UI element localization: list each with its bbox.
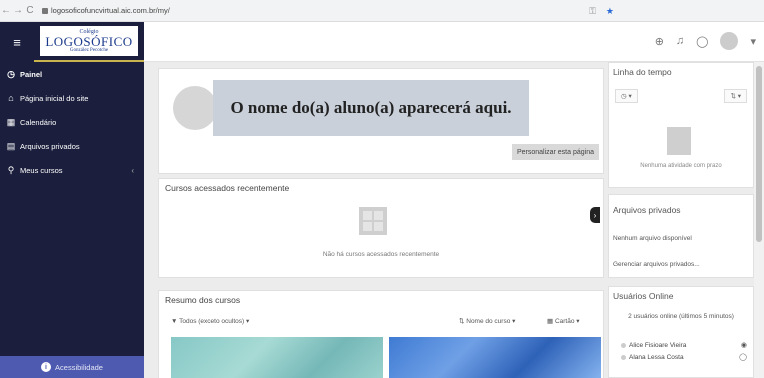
empty-message: Nenhuma atividade com prazo [640,163,722,169]
url-text: logosoficofuncvirtual.aic.com.br/my/ [51,6,170,15]
avatar [621,342,626,348]
no-files-message: Nenhum arquivo disponível [613,235,692,242]
accessibility-button[interactable]: i Acessibilidade [0,356,144,378]
scrollbar[interactable] [754,62,764,378]
chevron-left-icon: ‹ [131,165,134,175]
list-item[interactable]: Alana Lessa Costa ◯ [621,353,747,361]
eye-icon[interactable]: ◉ [741,341,747,349]
main-content: O nome do(a) aluno(a) aparecerá aqui. Pe… [144,62,608,378]
user-name: Alice Fisioare Vieira [629,341,687,349]
customize-page-button[interactable]: Personalizar esta página [511,144,599,160]
online-users-block: Usuários Online 2 usuários online (últim… [608,286,754,378]
scrollbar-thumb[interactable] [756,66,762,242]
reload-icon[interactable]: C [24,5,36,16]
hamburger-icon: ≡ [13,34,21,50]
globe-icon[interactable]: ⊕ [655,35,664,48]
recent-courses-block: Cursos acessados recentemente Não há cur… [158,178,604,278]
sidebar-item-private-files[interactable]: ▤ Arquivos privados [0,134,144,158]
file-icon: ▤ [6,140,16,151]
avatar[interactable] [720,32,739,50]
course-overview-block: Resumo dos cursos ▼ Todos (exceto oculto… [158,290,604,378]
course-card-image[interactable] [389,337,601,378]
course-card-image[interactable] [171,337,383,378]
sidebar-item-my-courses[interactable]: ⚲ Meus cursos ‹ [0,158,144,182]
document-icon [667,127,691,155]
chat-icon[interactable]: ◯ [696,35,708,48]
user-name: Alana Lessa Costa [629,353,684,361]
list-item[interactable]: Alice Fisioare Vieira ◉ [621,341,747,349]
profile-avatar [173,86,217,130]
sidebar-item-dashboard[interactable]: ◷ Painel [0,62,144,86]
forward-arrow-icon[interactable]: → [12,5,24,16]
calendar-icon: ▦ [6,116,16,127]
empty-message: Não há cursos acessados recentemente [322,251,440,258]
courses-icon [359,207,387,235]
block-title: Arquivos privados [613,205,681,215]
right-blocks: Linha do tempo ◷ ▾ ⇅ ▾ Nenhuma atividade… [608,62,754,378]
dashboard-icon: ◷ [7,68,15,79]
sort-button[interactable]: ⇅ ▾ [724,89,747,103]
message-icon[interactable]: ◯ [739,353,747,361]
block-title: Resumo dos cursos [165,295,241,305]
logo-main-text: LOGOSÓFICO [45,34,133,49]
sidebar: ◷ Painel ⌂ Página inicial do site ▦ Cale… [0,62,144,378]
menu-toggle-button[interactable]: ≡ [0,22,34,62]
home-icon: ⌂ [8,93,14,103]
filter-dropdown[interactable]: ▼ Todos (exceto ocultos) ▾ [171,317,249,325]
lock-icon [42,7,48,14]
browser-toolbar: ← → C logosoficofuncvirtual.aic.com.br/m… [0,0,764,22]
manage-files-link[interactable]: Gerenciar arquivos privados... [613,261,700,268]
timeline-block: Linha do tempo ◷ ▾ ⇅ ▾ Nenhuma atividade… [608,62,754,188]
logo-sub-text: González Pecotche [69,48,109,53]
site-header: ≡ Colégio LOGOSÓFICO González Pecotche ⊕… [0,22,764,62]
block-title: Usuários Online [613,291,674,301]
avatar [621,354,626,360]
drawer-toggle-button[interactable]: › [590,207,600,223]
view-dropdown[interactable]: ▦ Cartão ▾ [547,317,580,325]
accessibility-icon: i [41,362,52,372]
address-bar[interactable]: logosoficofuncvirtual.aic.com.br/my/ [42,6,170,15]
sidebar-item-label: Página inicial do site [20,93,89,103]
online-count: 2 usuários online (últimos 5 minutos) [628,313,734,320]
student-name-notice: O nome do(a) aluno(a) aparecerá aqui. [213,80,529,136]
block-title: Linha do tempo [613,67,672,77]
sidebar-item-calendar[interactable]: ▦ Calendário [0,110,144,134]
graduation-cap-icon: ⚲ [7,164,15,175]
time-filter-button[interactable]: ◷ ▾ [615,89,638,103]
back-arrow-icon[interactable]: ← [0,5,12,16]
sidebar-item-label: Meus cursos [20,165,63,175]
sidebar-item-home[interactable]: ⌂ Página inicial do site [0,86,144,110]
star-icon[interactable]: ★ [606,6,614,17]
accessibility-label: Acessibilidade [55,362,103,372]
profile-card: O nome do(a) aluno(a) aparecerá aqui. Pe… [158,68,604,174]
private-files-block: Arquivos privados Nenhum arquivo disponí… [608,194,754,278]
sort-dropdown[interactable]: ⇅ Nome do curso ▾ [459,317,515,325]
bell-icon[interactable]: ♫ [676,35,684,47]
key-icon[interactable]: ⚿ [589,6,596,17]
block-title: Cursos acessados recentemente [165,183,290,193]
sidebar-item-label: Arquivos privados [20,141,80,151]
logo[interactable]: Colégio LOGOSÓFICO González Pecotche [34,22,144,62]
sidebar-item-label: Painel [20,69,43,79]
sidebar-item-label: Calendário [20,117,57,127]
chevron-down-icon[interactable]: ▾ [750,35,756,48]
